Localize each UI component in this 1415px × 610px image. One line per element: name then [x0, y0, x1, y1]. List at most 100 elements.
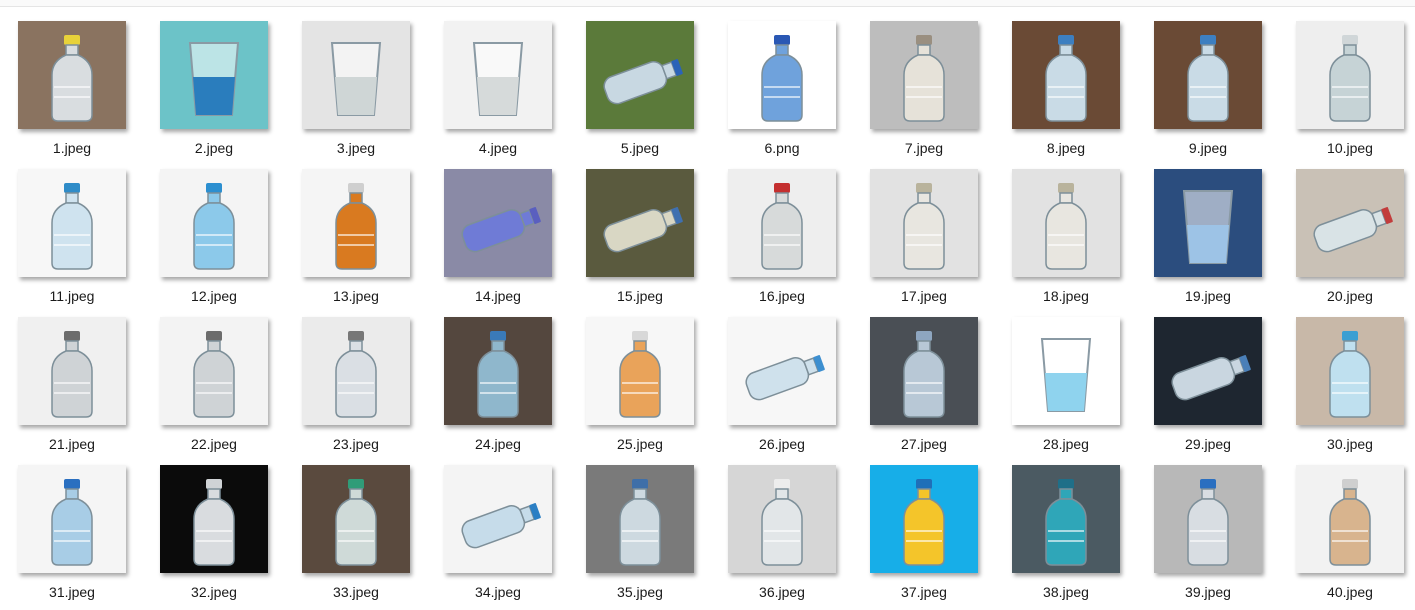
- file-name-label[interactable]: 10.jpeg: [1279, 140, 1415, 156]
- file-name-label[interactable]: 2.jpeg: [143, 140, 285, 156]
- file-item[interactable]: 6.png: [711, 21, 851, 166]
- file-item[interactable]: 27.jpeg: [853, 317, 993, 462]
- file-item[interactable]: 30.jpeg: [1279, 317, 1415, 462]
- file-thumbnail[interactable]: [728, 21, 836, 129]
- file-item[interactable]: 20.jpeg: [1279, 169, 1415, 314]
- file-item[interactable]: 18.jpeg: [995, 169, 1135, 314]
- file-name-label[interactable]: 14.jpeg: [427, 288, 569, 304]
- file-thumbnail[interactable]: [1296, 317, 1404, 425]
- file-name-label[interactable]: 35.jpeg: [569, 584, 711, 600]
- file-thumbnail[interactable]: [1154, 317, 1262, 425]
- file-name-label[interactable]: 22.jpeg: [143, 436, 285, 452]
- file-name-label[interactable]: 17.jpeg: [853, 288, 995, 304]
- file-name-label[interactable]: 19.jpeg: [1137, 288, 1279, 304]
- file-name-label[interactable]: 6.png: [711, 140, 853, 156]
- file-thumbnail[interactable]: [1012, 169, 1120, 277]
- file-name-label[interactable]: 40.jpeg: [1279, 584, 1415, 600]
- file-item[interactable]: 13.jpeg: [285, 169, 425, 314]
- file-thumbnail[interactable]: [302, 169, 410, 277]
- file-item[interactable]: 17.jpeg: [853, 169, 993, 314]
- file-item[interactable]: 21.jpeg: [1, 317, 141, 462]
- file-name-label[interactable]: 39.jpeg: [1137, 584, 1279, 600]
- file-thumbnail[interactable]: [444, 465, 552, 573]
- file-name-label[interactable]: 8.jpeg: [995, 140, 1137, 156]
- file-thumbnail[interactable]: [302, 317, 410, 425]
- file-thumbnail[interactable]: [160, 317, 268, 425]
- file-item[interactable]: 4.jpeg: [427, 21, 567, 166]
- file-name-label[interactable]: 21.jpeg: [1, 436, 143, 452]
- file-item[interactable]: 11.jpeg: [1, 169, 141, 314]
- file-item[interactable]: 31.jpeg: [1, 465, 141, 610]
- file-name-label[interactable]: 11.jpeg: [1, 288, 143, 304]
- file-item[interactable]: 7.jpeg: [853, 21, 993, 166]
- file-thumbnail[interactable]: [870, 21, 978, 129]
- file-name-label[interactable]: 33.jpeg: [285, 584, 427, 600]
- file-item[interactable]: 1.jpeg: [1, 21, 141, 166]
- file-name-label[interactable]: 5.jpeg: [569, 140, 711, 156]
- file-item[interactable]: 26.jpeg: [711, 317, 851, 462]
- file-thumbnail[interactable]: [586, 169, 694, 277]
- file-thumbnail[interactable]: [1296, 465, 1404, 573]
- file-thumbnail[interactable]: [302, 465, 410, 573]
- file-item[interactable]: 33.jpeg: [285, 465, 425, 610]
- file-item[interactable]: 5.jpeg: [569, 21, 709, 166]
- file-name-label[interactable]: 18.jpeg: [995, 288, 1137, 304]
- file-thumbnail[interactable]: [586, 465, 694, 573]
- file-thumbnail[interactable]: [1296, 169, 1404, 277]
- file-item[interactable]: 9.jpeg: [1137, 21, 1277, 166]
- file-item[interactable]: 8.jpeg: [995, 21, 1135, 166]
- file-thumbnail[interactable]: [728, 317, 836, 425]
- file-thumbnail[interactable]: [1012, 465, 1120, 573]
- file-item[interactable]: 22.jpeg: [143, 317, 283, 462]
- file-name-label[interactable]: 24.jpeg: [427, 436, 569, 452]
- file-name-label[interactable]: 26.jpeg: [711, 436, 853, 452]
- file-thumbnail[interactable]: [1154, 465, 1262, 573]
- file-name-label[interactable]: 25.jpeg: [569, 436, 711, 452]
- file-name-label[interactable]: 31.jpeg: [1, 584, 143, 600]
- file-thumbnail[interactable]: [444, 21, 552, 129]
- file-item[interactable]: 28.jpeg: [995, 317, 1135, 462]
- file-thumbnail[interactable]: [1296, 21, 1404, 129]
- file-thumbnail[interactable]: [18, 465, 126, 573]
- file-name-label[interactable]: 27.jpeg: [853, 436, 995, 452]
- file-thumbnail[interactable]: [1012, 317, 1120, 425]
- file-name-label[interactable]: 37.jpeg: [853, 584, 995, 600]
- file-item[interactable]: 23.jpeg: [285, 317, 425, 462]
- file-thumbnail[interactable]: [870, 169, 978, 277]
- file-name-label[interactable]: 36.jpeg: [711, 584, 853, 600]
- file-thumbnail[interactable]: [302, 21, 410, 129]
- file-name-label[interactable]: 16.jpeg: [711, 288, 853, 304]
- file-name-label[interactable]: 13.jpeg: [285, 288, 427, 304]
- file-name-label[interactable]: 1.jpeg: [1, 140, 143, 156]
- file-thumbnail[interactable]: [444, 169, 552, 277]
- file-name-label[interactable]: 29.jpeg: [1137, 436, 1279, 452]
- file-item[interactable]: 24.jpeg: [427, 317, 567, 462]
- file-thumbnail[interactable]: [1012, 21, 1120, 129]
- file-item[interactable]: 3.jpeg: [285, 21, 425, 166]
- file-name-label[interactable]: 34.jpeg: [427, 584, 569, 600]
- file-thumbnail[interactable]: [870, 317, 978, 425]
- file-name-label[interactable]: 4.jpeg: [427, 140, 569, 156]
- file-item[interactable]: 40.jpeg: [1279, 465, 1415, 610]
- file-thumbnail[interactable]: [444, 317, 552, 425]
- file-thumbnail[interactable]: [728, 465, 836, 573]
- file-name-label[interactable]: 12.jpeg: [143, 288, 285, 304]
- file-name-label[interactable]: 15.jpeg: [569, 288, 711, 304]
- file-name-label[interactable]: 3.jpeg: [285, 140, 427, 156]
- file-thumbnail[interactable]: [18, 21, 126, 129]
- file-item[interactable]: 12.jpeg: [143, 169, 283, 314]
- file-item[interactable]: 39.jpeg: [1137, 465, 1277, 610]
- file-thumbnail[interactable]: [18, 317, 126, 425]
- file-name-label[interactable]: 30.jpeg: [1279, 436, 1415, 452]
- file-name-label[interactable]: 38.jpeg: [995, 584, 1137, 600]
- file-name-label[interactable]: 32.jpeg: [143, 584, 285, 600]
- file-item[interactable]: 2.jpeg: [143, 21, 283, 166]
- file-thumbnail[interactable]: [1154, 21, 1262, 129]
- file-name-label[interactable]: 7.jpeg: [853, 140, 995, 156]
- file-item[interactable]: 29.jpeg: [1137, 317, 1277, 462]
- file-thumbnail[interactable]: [160, 169, 268, 277]
- file-thumbnail[interactable]: [1154, 169, 1262, 277]
- file-name-label[interactable]: 28.jpeg: [995, 436, 1137, 452]
- file-thumbnail[interactable]: [160, 465, 268, 573]
- file-thumbnail[interactable]: [586, 21, 694, 129]
